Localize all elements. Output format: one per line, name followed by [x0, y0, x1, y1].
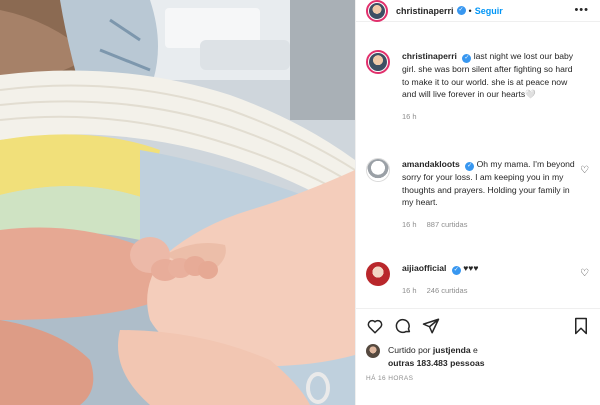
comment-meta: 16 h 887 curtidas: [402, 219, 577, 232]
comment-time[interactable]: 16 h: [402, 220, 417, 229]
action-icons: [366, 317, 440, 337]
follow-button[interactable]: Seguir: [475, 6, 503, 16]
caption-meta: 16 h: [402, 111, 577, 124]
verified-badge-icon: ✓: [451, 266, 461, 275]
likes-summary: Curtido por justjenda e outras 183.483 p…: [366, 344, 485, 370]
liker-username[interactable]: justjenda: [433, 345, 471, 355]
author-username[interactable]: christinaperri: [396, 6, 454, 16]
commenter-avatar[interactable]: [366, 158, 390, 182]
likes-text[interactable]: Curtido por justjenda e outras 183.483 p…: [388, 344, 485, 370]
likes-connector: e: [473, 345, 478, 355]
comment-username[interactable]: aijiaofficial: [402, 263, 446, 273]
like-comment-heart-icon[interactable]: ♡: [580, 269, 589, 279]
comment-item: amandakloots ✓ Oh my mama. I'm beyond so…: [366, 158, 591, 231]
post-timestamp[interactable]: HÁ 16 HORAS: [366, 375, 413, 382]
post-sidebar: christinaperri ✓ • Seguir ••• christinap…: [355, 0, 600, 405]
post-caption: christinaperri ✓ last night we lost our …: [366, 50, 591, 123]
author-avatar[interactable]: [366, 0, 388, 22]
verified-badge-icon: ✓: [456, 6, 466, 15]
baby-hand-photo: [0, 0, 355, 405]
comment-time[interactable]: 16 h: [402, 286, 417, 295]
verified-badge-icon: ✓: [462, 54, 472, 63]
comment-likes[interactable]: 887 curtidas: [427, 220, 468, 229]
like-comment-heart-icon[interactable]: ♡: [580, 166, 589, 176]
post-header: christinaperri ✓ • Seguir •••: [356, 0, 600, 22]
save-bookmark-button[interactable]: [573, 317, 589, 335]
caption-username[interactable]: christinaperri: [402, 51, 457, 61]
likes-prefix: Curtido por: [388, 345, 431, 355]
caption-body: christinaperri ✓ last night we lost our …: [402, 50, 577, 123]
share-send-icon[interactable]: [422, 317, 440, 335]
comment-bubble-icon[interactable]: [394, 317, 412, 335]
verified-badge-icon: ✓: [465, 162, 475, 171]
comment-likes[interactable]: 246 curtidas: [427, 286, 468, 295]
comment-meta: 16 h 246 curtidas: [402, 285, 577, 298]
more-options-icon[interactable]: •••: [574, 4, 589, 16]
comment-item: aijiaofficial ✓ ♥♥♥ 16 h 246 curtidas ♡: [366, 262, 591, 298]
like-heart-icon[interactable]: [366, 317, 384, 335]
comment-body: aijiaofficial ✓ ♥♥♥ 16 h 246 curtidas: [402, 262, 577, 298]
comment-body: amandakloots ✓ Oh my mama. I'm beyond so…: [402, 158, 577, 231]
post-actions: Curtido por justjenda e outras 183.483 p…: [356, 308, 600, 405]
comment-username[interactable]: amandakloots: [402, 159, 460, 169]
bookmark-icon[interactable]: [573, 317, 589, 335]
caption-time[interactable]: 16 h: [402, 112, 417, 121]
commenter-avatar[interactable]: [366, 262, 390, 286]
post-photo[interactable]: [0, 0, 355, 405]
likes-others[interactable]: outras 183.483 pessoas: [388, 358, 485, 368]
separator-dot: •: [468, 5, 472, 16]
comment-text: ♥♥♥: [463, 263, 479, 273]
liker-avatar[interactable]: [366, 344, 380, 358]
caption-avatar[interactable]: [366, 50, 390, 74]
